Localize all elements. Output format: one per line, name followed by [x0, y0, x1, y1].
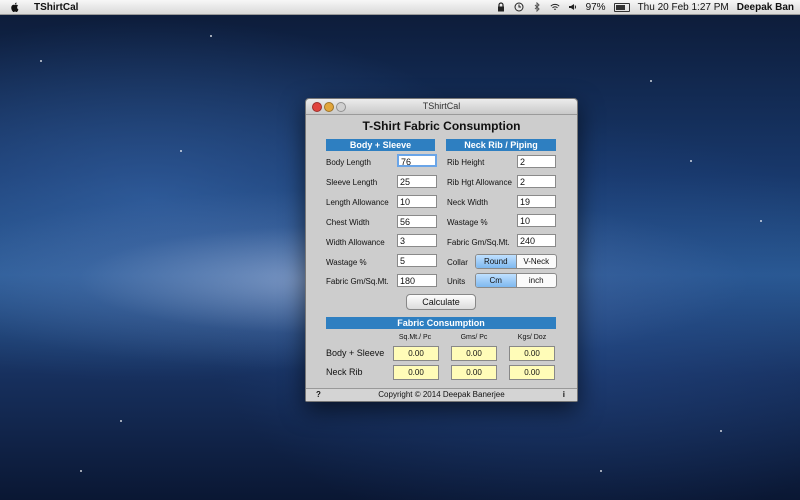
body-kgs-output: 0.00	[509, 346, 555, 361]
length-allowance-input[interactable]: 10	[397, 195, 437, 208]
battery-percent: 97%	[585, 1, 606, 13]
battery-icon[interactable]	[613, 2, 630, 12]
rib-fabric-gsm-label: Fabric Gm/Sq.Mt.	[447, 238, 510, 247]
body-fabric-gsm-input[interactable]: 180	[397, 274, 437, 287]
sleeve-length-input[interactable]: 25	[397, 175, 437, 188]
row-label-body-sleeve: Body + Sleeve	[326, 348, 385, 358]
star	[760, 220, 762, 222]
length-allowance-label: Length Allowance	[326, 198, 389, 207]
body-gms-output: 0.00	[451, 346, 497, 361]
col-header-kgs: Kgs/ Doz	[517, 334, 547, 341]
app-menu[interactable]: TShirtCal	[34, 2, 78, 13]
star	[600, 470, 602, 472]
minimize-button[interactable]	[324, 102, 334, 112]
body-sqmt-output: 0.00	[393, 346, 439, 361]
neck-width-label: Neck Width	[447, 198, 488, 207]
rib-height-input[interactable]: 2	[517, 155, 556, 168]
rib-hgt-allowance-label: Rib Hgt Allowance	[447, 178, 512, 187]
collar-round-option[interactable]: Round	[476, 255, 516, 268]
star	[720, 430, 722, 432]
volume-icon[interactable]	[568, 2, 578, 12]
rib-wastage-label: Wastage %	[447, 218, 488, 227]
wifi-icon[interactable]	[550, 2, 560, 12]
collar-segmented-control: Round V-Neck	[475, 254, 557, 269]
body-wastage-input[interactable]: 5	[397, 254, 437, 267]
chest-width-input[interactable]: 56	[397, 215, 437, 228]
chest-width-label: Chest Width	[326, 218, 370, 227]
star	[40, 60, 42, 62]
calculate-button[interactable]: Calculate	[406, 294, 476, 310]
zoom-button[interactable]	[336, 102, 346, 112]
user-menu[interactable]: Deepak Ban	[737, 2, 794, 13]
neck-width-input[interactable]: 19	[517, 195, 556, 208]
star	[690, 160, 692, 162]
sleeve-length-label: Sleeve Length	[326, 178, 378, 187]
collar-label: Collar	[447, 258, 468, 267]
bluetooth-icon[interactable]	[532, 2, 542, 12]
info-button[interactable]: i	[563, 389, 565, 401]
star	[120, 420, 122, 422]
col-header-sqmt: Sq.Mt./ Pc	[398, 334, 432, 341]
width-allowance-input[interactable]: 3	[397, 234, 437, 247]
rib-fabric-gsm-input[interactable]: 240	[517, 234, 556, 247]
menu-bar: TShirtCal 97% Thu 20 Feb 1:27 PM Deepak …	[0, 0, 800, 15]
neck-rib-header: Neck Rib / Piping	[446, 139, 556, 151]
close-button[interactable]	[312, 102, 322, 112]
star	[210, 35, 212, 37]
rib-kgs-output: 0.00	[509, 365, 555, 380]
body-length-input[interactable]: 76	[397, 154, 437, 167]
units-label: Units	[447, 277, 466, 286]
units-segmented-control: Cm inch	[475, 273, 557, 288]
fabric-consumption-header: Fabric Consumption	[326, 317, 556, 329]
row-label-neck-rib: Neck Rib	[326, 367, 363, 377]
rib-wastage-input[interactable]: 10	[517, 214, 556, 227]
status-menus: 97% Thu 20 Feb 1:27 PM Deepak Ban	[496, 2, 800, 13]
clock[interactable]: Thu 20 Feb 1:27 PM	[638, 2, 729, 13]
rib-sqmt-output: 0.00	[393, 365, 439, 380]
title-bar[interactable]: TShirtCal	[306, 99, 577, 115]
status-bar: ? Copyright © 2014 Deepak Banerjee i	[306, 388, 577, 401]
units-cm-option[interactable]: Cm	[476, 274, 516, 287]
star	[80, 470, 82, 472]
help-button[interactable]: ?	[316, 389, 321, 401]
copyright-text: Copyright © 2014 Deepak Banerjee	[378, 390, 505, 399]
time-machine-icon[interactable]	[514, 2, 524, 12]
col-header-gms: Gms/ Pc	[460, 334, 488, 341]
rib-hgt-allowance-input[interactable]: 2	[517, 175, 556, 188]
body-sleeve-header: Body + Sleeve	[326, 139, 435, 151]
rib-gms-output: 0.00	[451, 365, 497, 380]
body-wastage-label: Wastage %	[326, 258, 367, 267]
rib-height-label: Rib Height	[447, 158, 485, 167]
apple-icon[interactable]	[10, 2, 20, 12]
star	[180, 150, 182, 152]
body-length-label: Body Length	[326, 158, 371, 167]
page-title: T-Shirt Fabric Consumption	[362, 119, 521, 133]
star	[650, 80, 652, 82]
lock-icon[interactable]	[496, 2, 506, 12]
window-title: TShirtCal	[422, 101, 461, 111]
body-fabric-gsm-label: Fabric Gm/Sq.Mt.	[326, 277, 389, 286]
collar-vneck-option[interactable]: V-Neck	[515, 255, 557, 268]
width-allowance-label: Width Allowance	[326, 238, 385, 247]
tshirtcal-window: TShirtCal T-Shirt Fabric Consumption Bod…	[305, 98, 578, 402]
units-inch-option[interactable]: inch	[515, 274, 557, 287]
